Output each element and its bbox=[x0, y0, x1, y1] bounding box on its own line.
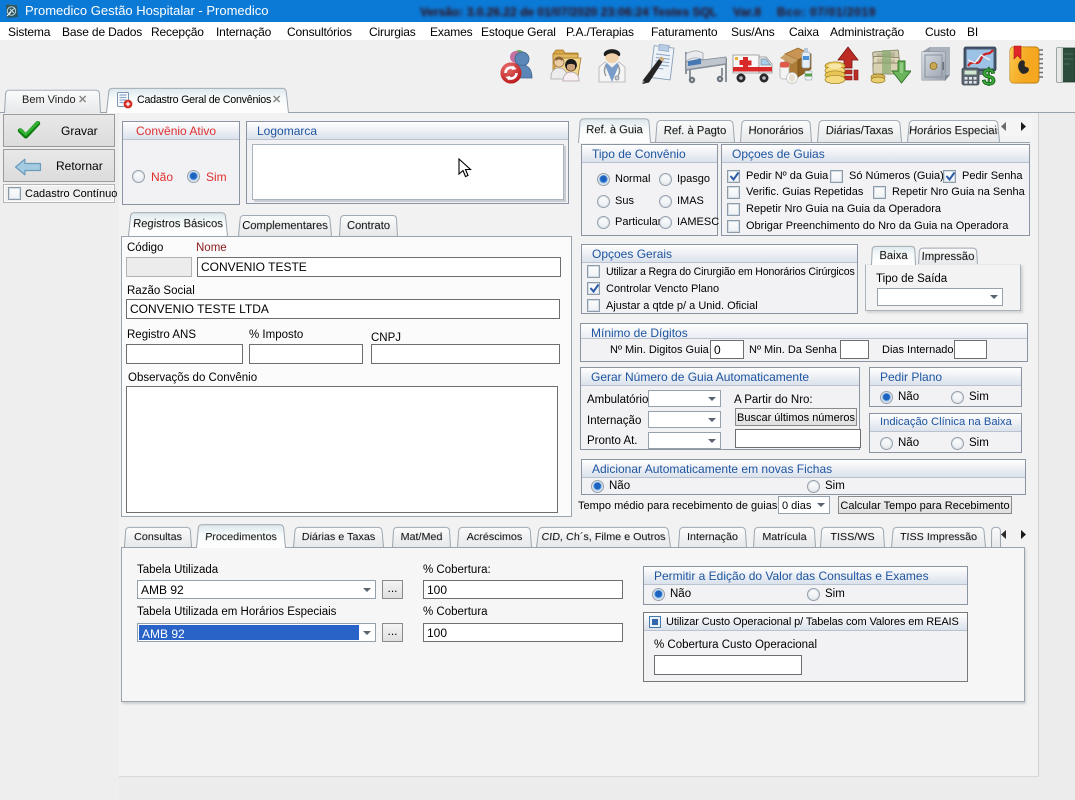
svg-text:$: $ bbox=[982, 64, 996, 86]
